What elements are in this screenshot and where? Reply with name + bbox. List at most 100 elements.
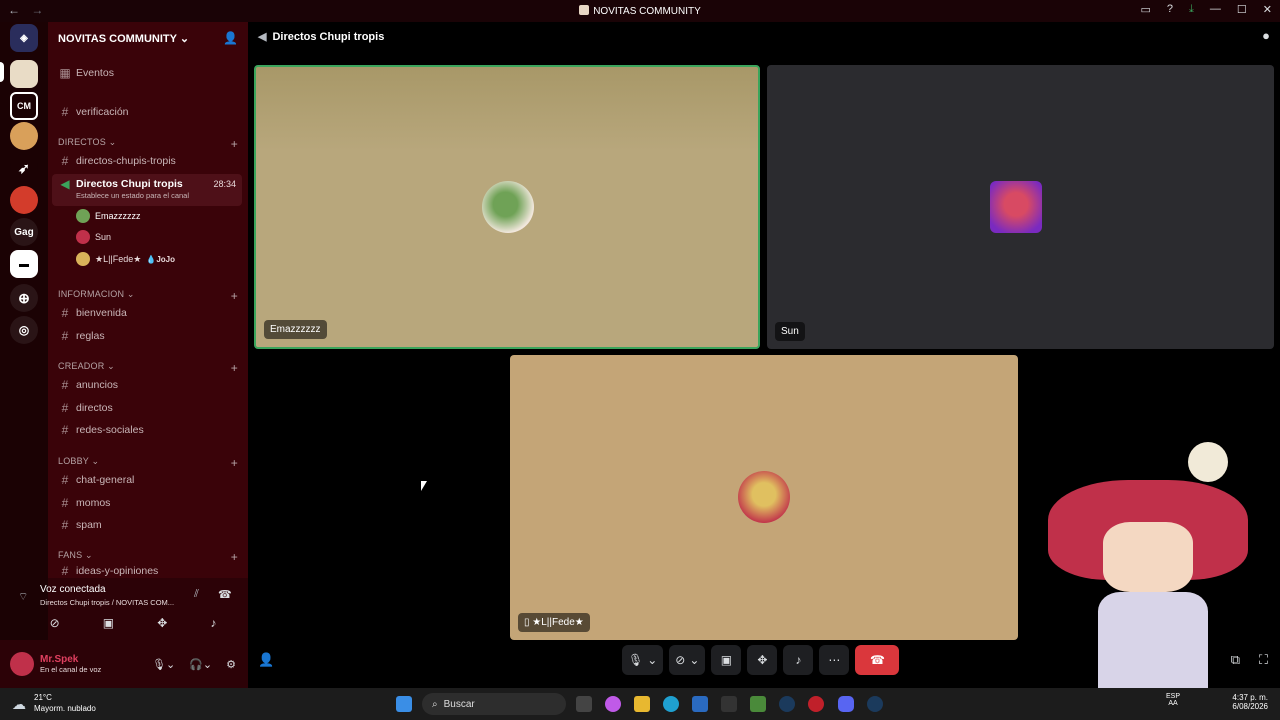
server-icon-chat[interactable]: ▬ — [10, 250, 38, 278]
channel-verificacion[interactable]: # verificación — [52, 102, 242, 122]
voice-member[interactable]: Emazzzzzz — [76, 209, 141, 223]
channel-spam[interactable]: # spam — [52, 515, 242, 535]
task-view-icon[interactable] — [576, 696, 592, 712]
server-icon-avatar[interactable] — [10, 122, 38, 150]
opera-icon[interactable] — [808, 696, 824, 712]
member-name: Emazzzzzz — [95, 211, 141, 221]
channel-chat-general[interactable]: # chat-general — [52, 470, 242, 490]
voice-connection-panel: ⌔ Voz conectada Directos Chupi tropis / … — [18, 578, 248, 640]
add-channel-icon[interactable]: + — [231, 137, 238, 151]
camera-button[interactable]: ⊘ ⌄ — [669, 645, 706, 675]
screen-share-icon[interactable]: ▣ — [103, 616, 114, 630]
channel-momos[interactable]: # momos — [52, 493, 242, 513]
voice-connected-label[interactable]: Voz conectada — [40, 584, 106, 595]
voice-channel-active[interactable]: ◀ Directos Chupi tropis 28:34 Establece … — [52, 174, 242, 206]
category-fans[interactable]: FANS ⌄ + — [58, 550, 238, 564]
participant-tile-fede[interactable]: ▯ ★L||Fede★ — [510, 355, 1018, 640]
inbox-icon[interactable]: ▭ — [1141, 3, 1151, 16]
avatar — [76, 252, 90, 266]
weather-desc[interactable]: Mayorm. nublado — [34, 704, 96, 713]
clock[interactable]: 4:37 p. m. 6/08/2026 — [1222, 693, 1268, 711]
server-icon-colors[interactable] — [10, 186, 38, 214]
minimize-button[interactable]: — — [1210, 3, 1221, 16]
participant-tile-sun[interactable]: Sun — [767, 65, 1274, 349]
category-lobby[interactable]: LOBBY ⌄ + — [58, 456, 238, 470]
close-button[interactable]: ✕ — [1263, 3, 1272, 16]
add-channel-icon[interactable]: + — [231, 456, 238, 470]
channel-reglas[interactable]: # reglas — [52, 326, 242, 346]
hash-icon: # — [61, 154, 69, 168]
activities-button[interactable]: ✥ — [747, 645, 778, 675]
server-icon-cam[interactable]: CM — [10, 92, 38, 120]
voice-member[interactable]: ★L||Fede★ 💧JoJo — [76, 252, 175, 266]
soundboard-button[interactable]: ♪ — [783, 645, 814, 675]
headphones-icon[interactable]: 🎧⌄ — [189, 658, 212, 671]
weather-temp[interactable]: 21°C — [34, 693, 52, 702]
add-channel-icon[interactable]: + — [231, 550, 238, 564]
user-add-icon[interactable]: 👤 — [258, 652, 274, 668]
guild-icon — [579, 5, 590, 15]
chat-icon[interactable]: ● — [1262, 28, 1270, 43]
more-button[interactable]: ⋯ — [819, 645, 850, 675]
channel-redes-sociales[interactable]: # redes-sociales — [52, 420, 242, 440]
screen-share-button[interactable]: ▣ — [711, 645, 742, 675]
add-channel-icon[interactable]: + — [231, 289, 238, 303]
signal-icon[interactable]: ⌔ — [18, 590, 28, 604]
settings-icon[interactable]: ⚙ — [226, 658, 236, 671]
soundboard-icon[interactable]: ♪ — [210, 616, 216, 630]
voice-member[interactable]: Sun — [76, 230, 111, 244]
microphone-icon[interactable]: 🎙⌄ — [152, 658, 175, 671]
minecraft-icon[interactable] — [750, 696, 766, 712]
home-button[interactable]: ◈ — [10, 24, 38, 52]
chevron-down-icon[interactable]: ⌄ — [689, 653, 699, 667]
add-server-icon[interactable]: ⊕ — [10, 284, 38, 312]
user-avatar[interactable] — [10, 652, 34, 676]
channel-directos[interactable]: # directos — [52, 398, 242, 418]
popout-icon[interactable]: ⧉ — [1231, 652, 1240, 668]
category-directos[interactable]: DIRECTOS ⌄ + — [58, 137, 238, 151]
taskbar-search[interactable]: ⌕ Buscar — [422, 693, 566, 715]
steam-icon-2[interactable] — [867, 696, 883, 712]
participant-tile-emazzzzzz[interactable]: Emazzzzzz — [254, 65, 760, 349]
fullscreen-icon[interactable]: ⛶ — [1259, 652, 1268, 668]
noise-suppression-icon[interactable]: ⫽ — [194, 588, 199, 601]
file-explorer-icon[interactable] — [634, 696, 650, 712]
disconnect-button[interactable]: ☎ — [855, 645, 900, 675]
voice-location[interactable]: Directos Chupi tropis / NOVITAS COM... — [40, 598, 174, 607]
language-layout: AA — [1168, 700, 1178, 707]
activities-icon[interactable]: ✥ — [157, 616, 167, 630]
guild-header[interactable]: NOVITAS COMMUNITY ⌄ 👤 — [48, 22, 248, 54]
language-indicator[interactable]: ESP AA — [1166, 693, 1180, 707]
server-icon-novitas[interactable] — [10, 60, 38, 88]
camera-off-icon[interactable]: ⊘ — [50, 616, 60, 630]
disconnect-icon[interactable]: ☎ — [218, 588, 232, 601]
weather-icon[interactable]: ☁ — [12, 696, 26, 713]
explore-icon[interactable]: ◎ — [10, 316, 38, 344]
start-button[interactable] — [396, 696, 412, 712]
store-icon[interactable] — [692, 696, 708, 712]
server-icon-rocket[interactable]: ➶ — [10, 154, 38, 182]
voice-status-prompt[interactable]: Establece un estado para el canal — [76, 191, 189, 200]
channel-ideas[interactable]: # ideas-y-opiniones — [52, 564, 242, 578]
chevron-down-icon[interactable]: ⌄ — [647, 653, 657, 667]
channel-directos-chupis-tropis[interactable]: # directos-chupis-tropis — [52, 151, 242, 171]
help-icon[interactable]: ? — [1167, 3, 1173, 16]
download-icon[interactable]: ⤓ — [1189, 3, 1194, 16]
category-informacion[interactable]: INFORMACION ⌄ + — [58, 289, 238, 303]
copilot-icon[interactable] — [605, 696, 621, 712]
channel-bienvenida[interactable]: # bienvenida — [52, 303, 242, 323]
channel-eventos[interactable]: ▦ Eventos — [52, 63, 242, 83]
edge-icon[interactable] — [663, 696, 679, 712]
steam-icon[interactable] — [779, 696, 795, 712]
add-channel-icon[interactable]: + — [231, 361, 238, 375]
discord-icon[interactable] — [838, 696, 854, 712]
user-info[interactable]: Mr.Spek En el canal de voz — [40, 654, 101, 674]
mute-button[interactable]: 🎙 ⌄ — [622, 645, 664, 675]
channel-anuncios[interactable]: # anuncios — [52, 375, 242, 395]
voice-stage: ◀ Directos Chupi tropis ● Emazzzzzz Sun … — [248, 22, 1280, 688]
maximize-button[interactable]: ☐ — [1237, 3, 1247, 16]
server-icon-gag[interactable]: Gag — [10, 218, 38, 246]
invite-icon[interactable]: 👤 — [223, 31, 238, 45]
app-icon-bolt[interactable] — [721, 696, 737, 712]
category-creador[interactable]: CREADOR ⌄ + — [58, 361, 238, 375]
